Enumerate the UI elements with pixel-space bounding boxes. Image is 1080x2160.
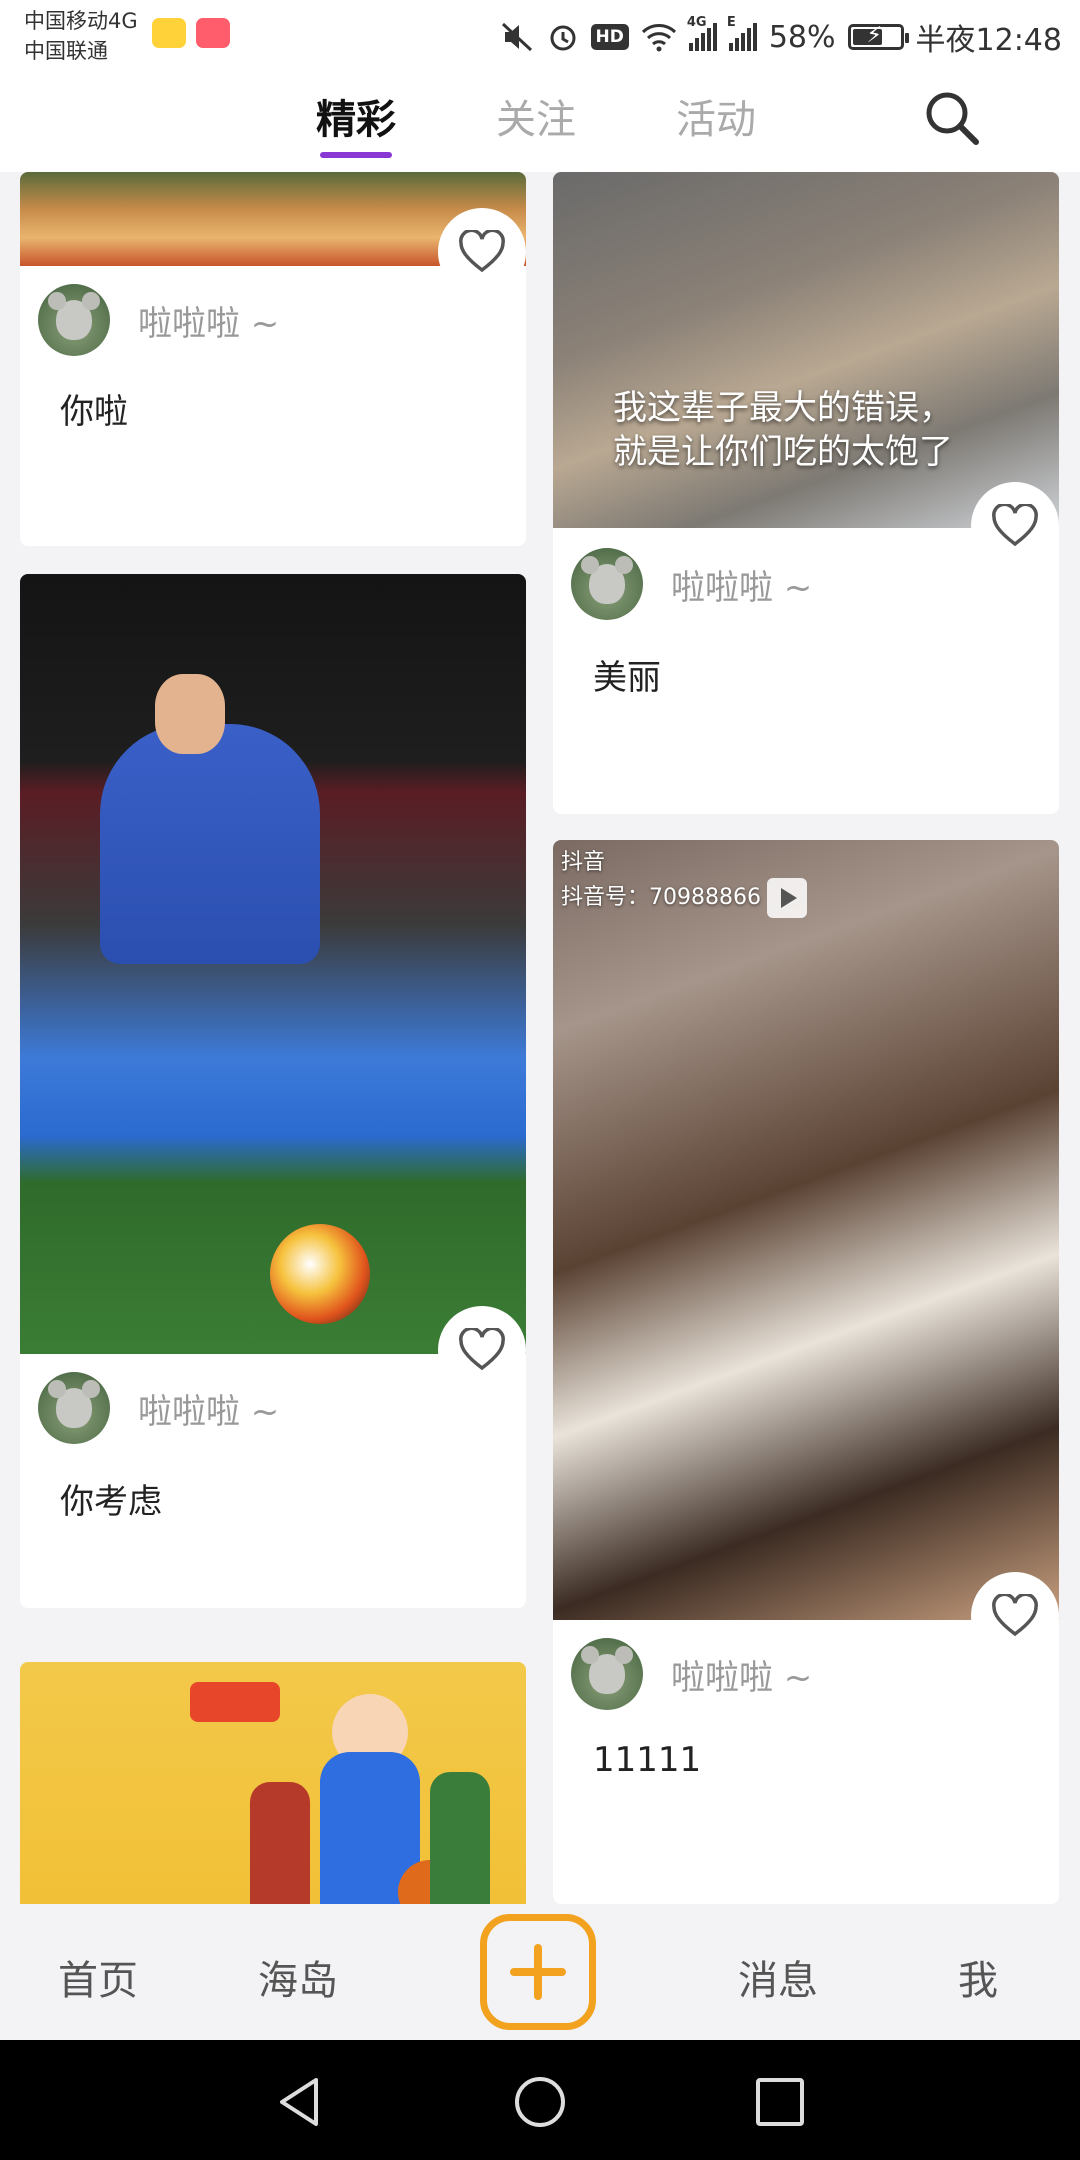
- author-name: 啦啦啦 ~: [138, 303, 280, 344]
- post-image[interactable]: [20, 1662, 526, 1904]
- soccer-ball: [270, 1224, 370, 1324]
- post-caption: 11111: [593, 1740, 702, 1780]
- search-icon[interactable]: [920, 86, 984, 150]
- like-button[interactable]: [438, 1306, 526, 1394]
- plus-icon: [510, 1944, 566, 2000]
- home-icon[interactable]: [512, 2074, 568, 2130]
- tab-following-label: 关注: [496, 97, 576, 143]
- douyin-watermark: 抖音 抖音号：70988866: [561, 848, 807, 918]
- game-illustration: [190, 1682, 490, 1904]
- carrier-info: 中国移动4G 中国联通: [24, 6, 138, 66]
- tab-activities[interactable]: 活动: [676, 92, 756, 148]
- active-tab-indicator: [320, 152, 392, 158]
- player-figure: [100, 724, 320, 964]
- status-icons: HD 4G E 58% ⚡ 半夜12:48: [501, 12, 1062, 62]
- post-author[interactable]: 啦啦啦 ~: [571, 1638, 812, 1710]
- tab-following[interactable]: 关注: [496, 92, 576, 148]
- signal-icon-2: E: [727, 15, 757, 51]
- bottom-navigation: 首页 海岛 消息 我: [0, 1904, 1080, 2040]
- signal-icon-1: 4G: [687, 15, 717, 51]
- post-card[interactable]: [20, 1662, 526, 1904]
- avatar[interactable]: [571, 548, 643, 620]
- post-caption: 你啦: [60, 392, 128, 432]
- like-button[interactable]: [971, 482, 1059, 570]
- hd-badge: HD: [590, 24, 629, 50]
- post-image[interactable]: 抖音 抖音号：70988866: [553, 840, 1059, 1620]
- post-card[interactable]: 我这辈子最大的错误， 就是让你们吃的太饱了 啦啦啦 ~ 美丽: [553, 172, 1059, 814]
- recents-icon[interactable]: [752, 2074, 808, 2130]
- nav-home[interactable]: 首页: [58, 1948, 138, 2006]
- play-icon: [766, 878, 807, 918]
- like-button[interactable]: [438, 208, 526, 296]
- author-name: 啦啦啦 ~: [138, 1391, 280, 1432]
- carrier-1: 中国移动4G: [24, 9, 138, 33]
- post-card[interactable]: 啦啦啦 ~ 你考虑: [20, 574, 526, 1608]
- tab-featured-label: 精彩: [316, 97, 396, 143]
- mute-icon: [501, 22, 532, 52]
- add-post-button[interactable]: [480, 1914, 596, 2030]
- top-navigation: 精彩 关注 活动: [0, 80, 1080, 172]
- heart-icon: [459, 230, 505, 273]
- carrier-2: 中国联通: [24, 39, 108, 63]
- heart-icon: [992, 504, 1038, 547]
- nav-messages[interactable]: 消息: [738, 1948, 818, 2006]
- nav-island[interactable]: 海岛: [258, 1948, 338, 2006]
- tab-activities-label: 活动: [676, 97, 756, 143]
- post-card[interactable]: 啦啦啦 ~ 你啦: [20, 172, 526, 546]
- avatar[interactable]: [38, 1372, 110, 1444]
- wifi-icon: [641, 24, 676, 52]
- battery-icon: ⚡: [847, 23, 909, 50]
- clock: 半夜12:48: [915, 23, 1062, 58]
- post-author[interactable]: 啦啦啦 ~: [571, 548, 812, 620]
- heart-icon: [992, 1594, 1038, 1637]
- app-notification-icon: [152, 18, 186, 48]
- nav-me[interactable]: 我: [958, 1948, 998, 2006]
- notification-icons: [152, 18, 230, 48]
- post-image[interactable]: 我这辈子最大的错误， 就是让你们吃的太饱了: [553, 172, 1059, 528]
- battery-percent: 58%: [768, 19, 836, 55]
- post-author[interactable]: 啦啦啦 ~: [38, 1372, 279, 1444]
- heart-icon: [459, 1328, 505, 1371]
- post-caption: 美丽: [593, 658, 661, 698]
- like-button[interactable]: [971, 1572, 1059, 1660]
- author-name: 啦啦啦 ~: [671, 567, 813, 608]
- xiaohongshu-notification-icon: [196, 18, 230, 48]
- post-caption: 你考虑: [60, 1482, 162, 1522]
- tab-featured[interactable]: 精彩: [316, 92, 396, 158]
- post-card[interactable]: 抖音 抖音号：70988866 啦啦啦 ~ 11111: [553, 840, 1059, 1904]
- status-bar: 中国移动4G 中国联通 HD 4G E 58% ⚡ 半夜12:48: [0, 0, 1080, 80]
- alarm-icon: [550, 25, 575, 51]
- system-navigation-bar: [0, 2040, 1080, 2160]
- feed-grid: 啦啦啦 ~ 你啦 我这辈子最大的错误， 就是让你们吃的太饱了 啦啦啦 ~ 美丽: [0, 172, 1080, 1904]
- post-image[interactable]: [20, 574, 526, 1354]
- post-author[interactable]: 啦啦啦 ~: [38, 284, 279, 356]
- player-head: [155, 674, 225, 754]
- author-name: 啦啦啦 ~: [671, 1657, 813, 1698]
- image-overlay-text: 我这辈子最大的错误， 就是让你们吃的太饱了: [613, 388, 953, 472]
- avatar[interactable]: [571, 1638, 643, 1710]
- back-icon[interactable]: [272, 2074, 328, 2130]
- avatar[interactable]: [38, 284, 110, 356]
